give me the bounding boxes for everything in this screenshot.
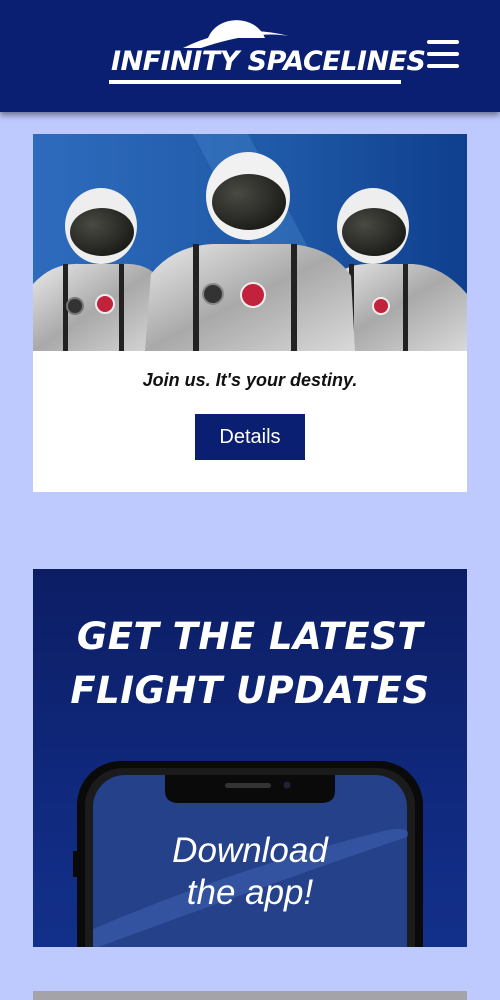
brand-name: INFINITY SPACELINES <box>111 46 426 77</box>
hamburger-menu-icon[interactable] <box>427 40 459 68</box>
infinity-spacelines-logo[interactable]: INFINITY SPACELINES <box>105 14 426 86</box>
astronauts-hero-image <box>33 134 467 351</box>
join-us-card: Join us. It's your destiny. Details <box>33 134 467 492</box>
logo-underline <box>109 80 401 84</box>
site-header: INFINITY SPACELINES <box>0 0 500 112</box>
download-app-text-line1: Download <box>172 831 328 870</box>
join-us-tagline: Join us. It's your destiny. <box>142 370 358 390</box>
app-download-promo[interactable]: GET THE LATEST FLIGHT UPDATES Download t… <box>33 569 467 947</box>
next-card-edge <box>33 991 467 1000</box>
download-app-text-line2: the app! <box>186 873 314 912</box>
details-button[interactable]: Details <box>195 414 305 460</box>
